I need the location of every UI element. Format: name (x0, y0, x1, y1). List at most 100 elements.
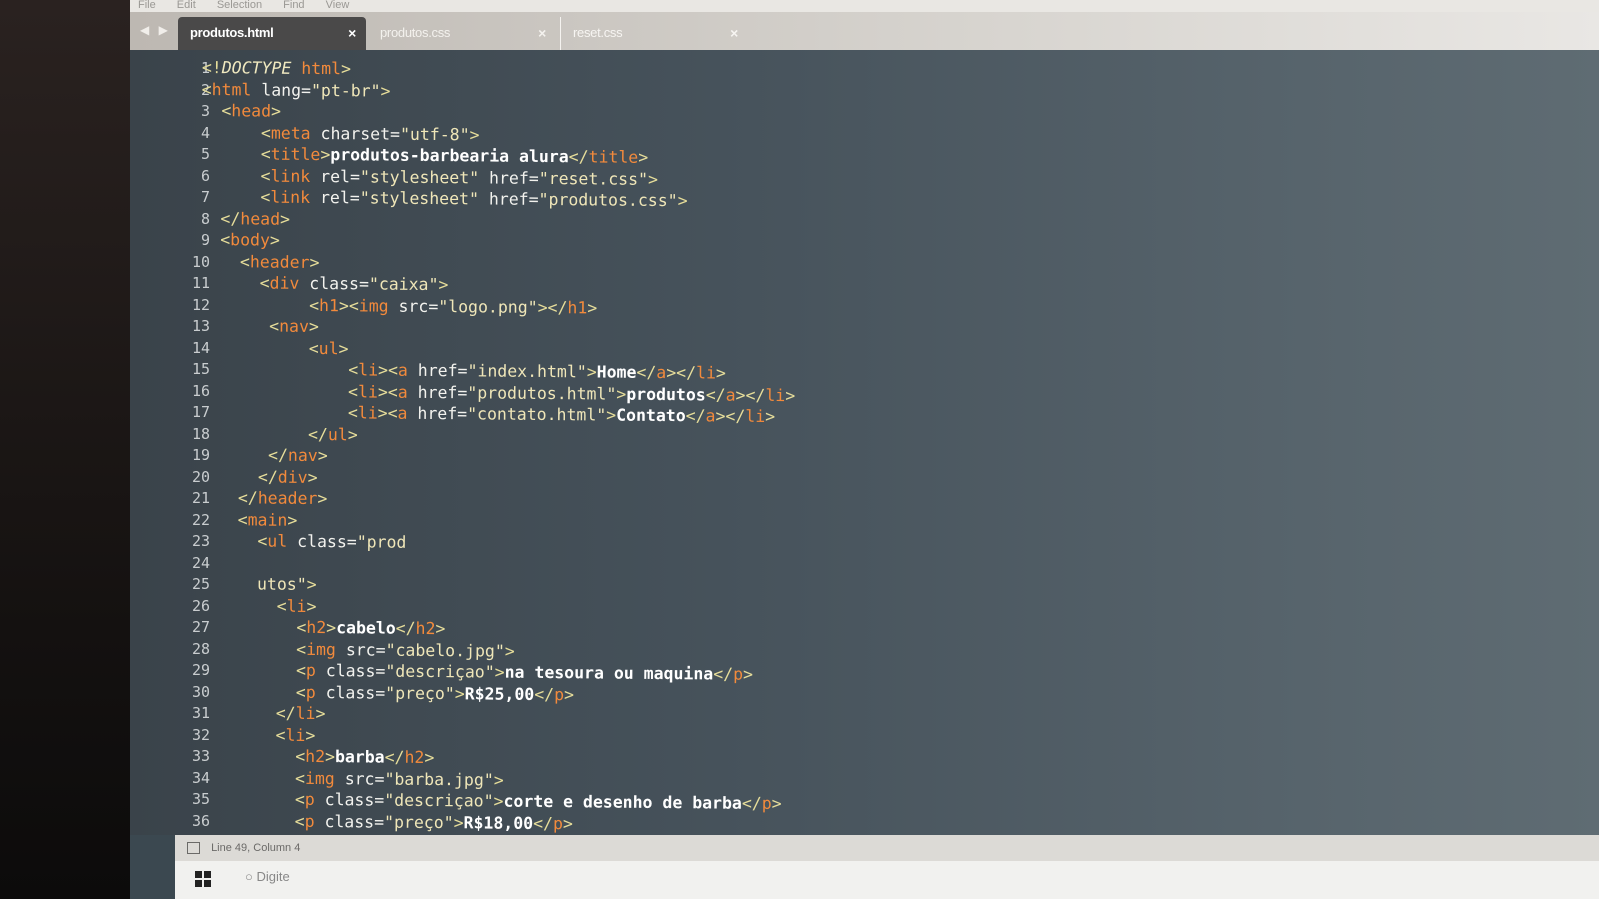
token-br: < (201, 79, 212, 99)
menu-edit[interactable]: Edit (177, 0, 196, 11)
token-attr: class (309, 273, 360, 294)
token-ws (200, 251, 240, 270)
token-attr: class (325, 661, 376, 681)
token-eq: = (457, 382, 468, 402)
token-str: "cabelo.jpg" (385, 640, 505, 661)
token-br: > (308, 316, 319, 337)
windows-start-icon[interactable] (195, 871, 211, 887)
token-eq: = (300, 80, 312, 100)
token-br: >< (377, 382, 398, 402)
code-area[interactable]: <!DOCTYPE html> <html lang="pt-br"> <head… (195, 57, 798, 835)
token-br: > (338, 338, 349, 358)
line-number: 16 (191, 381, 210, 400)
token-attr: class (324, 790, 375, 810)
token-str: "reset.css" (538, 168, 649, 189)
line-number: 3 (200, 102, 210, 120)
tab-label: produtos.css (380, 25, 451, 40)
token-br: > (438, 275, 449, 295)
token-eq: = (349, 166, 361, 186)
token-tag: link (270, 166, 321, 186)
menu-selection[interactable]: Selection (217, 0, 262, 11)
token-text: na tesoura ou maquina (504, 662, 714, 684)
menu-find[interactable]: Find (283, 0, 304, 11)
token-text: corte e desenho de barba (503, 791, 742, 813)
token-br: > (424, 747, 435, 768)
token-tag: html (301, 58, 342, 79)
tab-nav-arrows-icon[interactable]: ◀ ▶ (140, 23, 171, 37)
token-str: utos" (256, 574, 307, 594)
token-ws (197, 617, 297, 637)
token-br: >< (378, 360, 399, 380)
token-br: > (785, 385, 796, 405)
token-br: > (454, 683, 465, 703)
token-br: > (306, 596, 317, 616)
token-tag: title (270, 144, 321, 165)
token-tag: h2 (306, 617, 327, 638)
windows-taskbar: ○ Digite (175, 861, 1599, 899)
token-br: > (469, 124, 480, 144)
token-tag: h2 (415, 618, 436, 639)
line-number: 7 (200, 188, 210, 206)
token-br: > (493, 791, 504, 811)
line-number: 15 (191, 360, 210, 378)
token-tag: a (397, 403, 418, 423)
token-attr: href (417, 360, 458, 381)
token-ws (199, 337, 308, 357)
token-tag: li (357, 381, 378, 402)
token-attr: href (417, 382, 458, 402)
token-tag: h1 (318, 295, 340, 315)
token-tag: a (397, 360, 418, 380)
token-br: < (239, 251, 250, 271)
tab-reset-css[interactable]: reset.css × (560, 17, 748, 50)
token-br: > (562, 813, 573, 833)
token-ws (201, 101, 221, 120)
tab-produtos-html[interactable]: produtos.html × (178, 17, 366, 50)
panel-toggle-icon[interactable] (187, 842, 200, 855)
token-ws (197, 574, 257, 594)
token-br: > (771, 794, 782, 814)
token-br: </ (534, 684, 555, 704)
token-str: "pt-br" (310, 80, 381, 101)
token-br: > (317, 489, 328, 509)
token-br: </ (275, 703, 296, 723)
token-eq: = (457, 404, 468, 424)
token-br: < (259, 273, 270, 293)
token-br: </ (741, 793, 762, 813)
close-icon[interactable]: × (538, 17, 546, 49)
tab-produtos-css[interactable]: produtos.css × (368, 17, 556, 50)
token-str: "preço" (385, 683, 455, 703)
token-br: </ (705, 384, 726, 405)
token-tag: p (761, 793, 772, 813)
code-editor[interactable]: 1 2 3 4 5 6 7 8 9 10 11 12 13 14 15 16 17 18 19 20 21 22 23 24 2… (130, 50, 1599, 835)
token-str: "produtos.html" (467, 382, 617, 404)
token-br: < (348, 360, 359, 380)
token-br: > (271, 101, 282, 121)
close-icon[interactable]: × (348, 17, 356, 49)
token-text: produtos (626, 384, 706, 404)
line-number: 10 (191, 252, 210, 271)
token-ws (201, 144, 261, 164)
token-br: > (326, 618, 337, 638)
token-tag: a (397, 382, 418, 402)
token-tag: li (357, 403, 378, 423)
menu-view[interactable]: View (326, 0, 350, 11)
token-br: > (742, 664, 754, 684)
menu-file[interactable]: File (138, 0, 156, 11)
token-br: </ (636, 362, 657, 382)
token-br: > (563, 684, 575, 704)
token-br: < (260, 166, 271, 186)
taskbar-search[interactable]: ○ Digite (245, 869, 290, 884)
close-icon[interactable]: × (730, 17, 738, 49)
token-str: "barba.jpg" (384, 769, 494, 790)
token-tag: ul (318, 338, 339, 358)
token-br: < (295, 660, 307, 680)
token-text: R$25,00 (464, 683, 535, 704)
token-tag: p (554, 684, 565, 704)
token-attr: rel (320, 166, 351, 186)
cursor-position: Line 49, Column 4 (211, 842, 301, 854)
token-eq: = (358, 274, 370, 294)
menu-bar: File Edit Selection Find View (130, 0, 1599, 12)
token-eq: = (346, 532, 357, 552)
token-str: "index.html" (467, 361, 587, 382)
token-attr: href (417, 403, 458, 424)
